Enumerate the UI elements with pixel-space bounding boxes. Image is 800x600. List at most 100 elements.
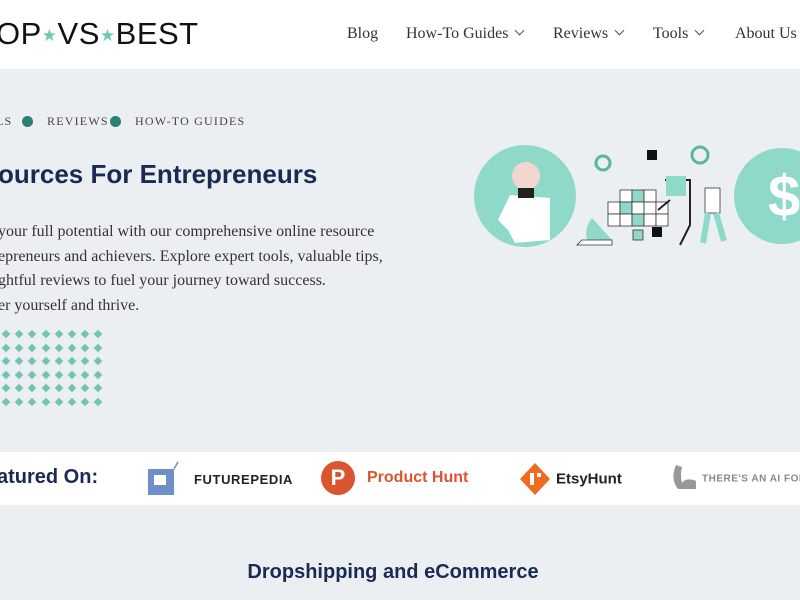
pattern-dot [41, 343, 50, 352]
pattern-dot [14, 397, 24, 406]
nav-blog[interactable]: Blog [347, 25, 378, 43]
pattern-dot [80, 370, 90, 379]
nav-label: About Us [735, 25, 797, 42]
logo-text: BEST [115, 16, 199, 51]
separator-dot [110, 116, 121, 127]
pattern-dot [54, 397, 64, 406]
star-icon: ★ [99, 26, 116, 45]
site-header: OP★VS★BEST Blog How-To Guides Reviews To… [0, 0, 800, 69]
featured-label: atured On: [0, 466, 99, 488]
etsyhunt-icon [520, 463, 550, 495]
pattern-dot [94, 397, 103, 406]
pattern-dot [67, 370, 77, 379]
pattern-dot [54, 356, 64, 366]
pattern-dot [14, 356, 24, 366]
pattern-dot [80, 383, 90, 393]
futurepedia-logo[interactable]: FUTUREPEDIA [146, 461, 293, 497]
pattern-dot [94, 370, 103, 379]
pattern-dot [14, 343, 24, 352]
pattern-dot [14, 329, 24, 339]
pattern-dot [54, 383, 64, 393]
logo-text: FUTUREPEDIA [194, 471, 294, 487]
product-hunt-icon: P [321, 461, 355, 495]
section-title: Dropshipping and eCommerce [247, 561, 539, 583]
logo-text: VS [57, 16, 100, 51]
pattern-dot [41, 329, 50, 339]
pattern-dot [28, 343, 37, 352]
product-hunt-logo[interactable]: P Product Hunt [321, 461, 468, 495]
pattern-dot [41, 370, 50, 379]
pattern-dot [94, 343, 103, 352]
chevron-down-icon [694, 25, 705, 36]
pattern-dot [1, 329, 11, 339]
pattern-dot [28, 370, 37, 379]
star-icon: ★ [41, 26, 58, 45]
pattern-dot [41, 356, 50, 366]
logo-text: THERE'S AN AI FOR [702, 473, 800, 485]
futurepedia-icon [148, 461, 179, 495]
pattern-dot [1, 343, 11, 352]
pattern-dot [67, 343, 77, 352]
lightbulb-icon [512, 162, 540, 190]
pattern-dot [14, 370, 24, 379]
nav-label: Blog [347, 25, 379, 42]
pattern-dot [94, 383, 103, 393]
text-line: er yourself and thrive. [0, 296, 140, 314]
pattern-dot [94, 329, 103, 339]
hero-description: your full potential with our comprehensi… [0, 220, 383, 318]
person [666, 176, 686, 196]
pattern-dot [1, 397, 11, 406]
pattern-dot [67, 383, 77, 393]
pattern-dot [1, 383, 11, 393]
nav-reviews[interactable]: Reviews [553, 25, 625, 43]
pattern-dot [94, 356, 103, 366]
nav-label: How-To Guides [406, 25, 509, 42]
nav-how-to-guides[interactable]: How-To Guides [406, 25, 525, 43]
pattern-dot [28, 356, 37, 366]
pattern-dot [67, 329, 77, 339]
chevron-down-icon [514, 25, 525, 36]
pattern-dot [80, 397, 90, 406]
nav-label: Reviews [553, 25, 609, 42]
nav-tools[interactable]: Tools [653, 25, 705, 43]
logo-text: EtsyHunt [556, 470, 622, 488]
hero-illustration: $ [474, 145, 800, 247]
pattern-dot [54, 329, 64, 339]
text-line: your full potential with our comprehensi… [0, 223, 375, 240]
separator-dot [22, 116, 33, 127]
pattern-dot [54, 343, 64, 352]
etsyhunt-logo[interactable]: EtsyHunt [518, 461, 622, 497]
pattern-dot [67, 397, 77, 406]
chevron-down-icon [614, 25, 625, 36]
featured-on-bar: atured On: FUTUREPEDIA P Product Hunt Et… [0, 452, 800, 505]
gear-icon [594, 154, 612, 172]
breadcrumb-tools[interactable]: LS [0, 114, 12, 129]
logo-text: Product Hunt [367, 469, 469, 486]
pattern-dot [80, 329, 90, 339]
nav-label: Tools [653, 25, 689, 42]
logo-text: OP [0, 16, 42, 51]
pattern-dot [80, 356, 90, 366]
pattern-dot [1, 356, 11, 366]
pattern-dot [41, 383, 50, 393]
text-line: epreneurs and achievers. Explore expert … [0, 247, 383, 265]
pattern-dot [28, 383, 37, 393]
theres-an-ai-logo[interactable]: THERE'S AN AI FOR [670, 461, 800, 497]
pattern-dot [14, 383, 24, 393]
page-title: ources For Entrepreneurs [0, 159, 318, 189]
pattern-dot [1, 370, 11, 379]
pattern-dot [41, 397, 50, 406]
site-logo[interactable]: OP★VS★BEST [0, 16, 199, 52]
pattern-dot [67, 356, 77, 366]
dollar-icon: $ [768, 164, 800, 229]
pattern-dot [80, 343, 90, 352]
gear-icon [690, 145, 710, 165]
pattern-dot [54, 370, 64, 379]
breadcrumb-how-to-guides[interactable]: HOW-TO GUIDES [135, 114, 245, 129]
breadcrumb-reviews[interactable]: REVIEWS [47, 114, 109, 129]
nav-about-us[interactable]: About Us [735, 25, 797, 43]
pattern-dot [28, 397, 37, 406]
arm-icon [673, 465, 696, 489]
pattern-dot [28, 329, 37, 339]
text-line: ghtful reviews to fuel your journey towa… [0, 272, 326, 289]
